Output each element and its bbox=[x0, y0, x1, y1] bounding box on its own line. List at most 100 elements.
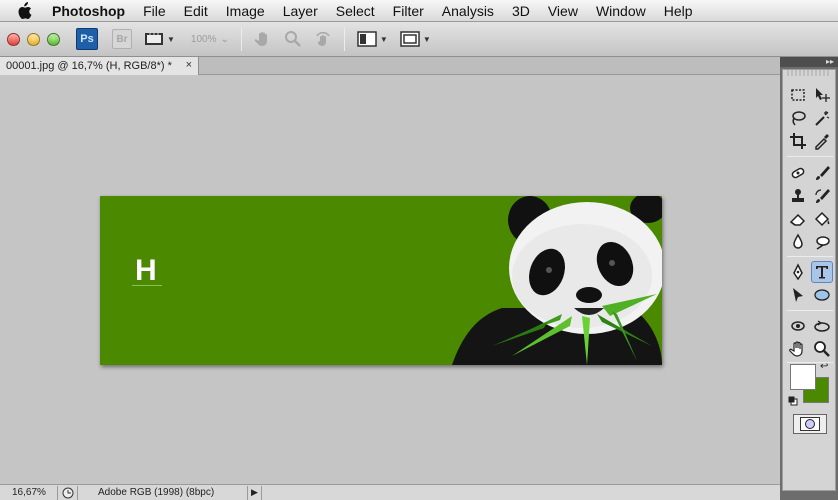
application-bar: Ps Br ▼ 100% ⌄ ▼ ▼ bbox=[0, 22, 838, 57]
document-tab-title: 00001.jpg @ 16,7% (H, RGB/8*) * bbox=[6, 60, 172, 72]
zoom-tool[interactable] bbox=[811, 338, 833, 360]
history-brush-tool[interactable] bbox=[811, 185, 833, 207]
menu-window[interactable]: Window bbox=[596, 3, 646, 19]
collapse-panel-icon[interactable]: ▸▸ bbox=[780, 57, 838, 67]
ellipse-tool[interactable] bbox=[811, 284, 833, 306]
rotate-hand-icon bbox=[316, 31, 330, 46]
path-selection-tool[interactable] bbox=[787, 284, 809, 306]
dodge-tool[interactable] bbox=[811, 231, 833, 253]
brush-icon bbox=[816, 166, 830, 180]
menu-view[interactable]: View bbox=[548, 3, 578, 19]
panel-grip[interactable] bbox=[787, 70, 831, 76]
timing-icon[interactable] bbox=[58, 485, 78, 500]
close-window-button[interactable] bbox=[7, 32, 20, 46]
photoshop-logo-icon: Ps bbox=[76, 28, 98, 50]
lasso-tool[interactable] bbox=[787, 107, 809, 129]
toolbar-divider bbox=[240, 27, 242, 51]
stamp-icon bbox=[792, 189, 804, 202]
status-bar: 16,67% Adobe RGB (1998) (8bpc) ▶ bbox=[0, 484, 780, 500]
3d-orbit-icon bbox=[814, 320, 830, 332]
foreground-color-swatch[interactable] bbox=[790, 364, 816, 390]
tools-panel-body: ↩ bbox=[782, 69, 836, 491]
document-profile-info: Adobe RGB (1998) (8bpc) bbox=[78, 485, 248, 500]
document-canvas[interactable]: H bbox=[100, 196, 662, 365]
magnifier-icon bbox=[284, 31, 301, 47]
selection-arrow-icon bbox=[793, 288, 803, 302]
screen-mode-button[interactable]: ▼ bbox=[400, 31, 431, 47]
quick-mask-icon bbox=[800, 417, 820, 431]
zoom-tool-button[interactable] bbox=[284, 30, 302, 48]
panda-photo bbox=[452, 196, 662, 365]
rotate-view-button[interactable] bbox=[314, 30, 332, 48]
move-tool[interactable] bbox=[811, 84, 833, 106]
dodge-icon bbox=[816, 236, 830, 250]
arrange-documents-button[interactable]: ▼ bbox=[357, 31, 388, 47]
spot-healing-tool[interactable] bbox=[787, 162, 809, 184]
lasso-icon bbox=[792, 111, 806, 126]
tools-divider bbox=[787, 256, 833, 257]
menu-image[interactable]: Image bbox=[226, 3, 265, 19]
canvas-pasteboard[interactable]: H bbox=[0, 76, 780, 484]
bandage-icon bbox=[791, 167, 805, 179]
menu-analysis[interactable]: Analysis bbox=[442, 3, 494, 19]
chevron-down-icon: ▼ bbox=[167, 34, 175, 44]
tools-divider bbox=[787, 310, 833, 311]
menu-3d[interactable]: 3D bbox=[512, 3, 530, 19]
apple-menu-icon[interactable] bbox=[16, 1, 38, 20]
magic-wand-icon bbox=[815, 111, 830, 126]
clone-stamp-tool[interactable] bbox=[787, 185, 809, 207]
move-arrow-icon bbox=[816, 88, 830, 102]
hand-tool-button[interactable] bbox=[254, 30, 272, 48]
menu-select[interactable]: Select bbox=[336, 3, 375, 19]
quick-mask-button[interactable] bbox=[793, 414, 827, 434]
magic-wand-tool[interactable] bbox=[811, 107, 833, 129]
tools-divider bbox=[787, 156, 833, 157]
pen-tool[interactable] bbox=[787, 261, 809, 283]
3d-rotate-tool[interactable] bbox=[787, 315, 809, 337]
close-document-icon[interactable]: × bbox=[186, 59, 192, 71]
chevron-down-icon: ⌄ bbox=[220, 33, 229, 45]
rectangular-marquee-tool[interactable] bbox=[787, 84, 809, 106]
3d-rotate-icon bbox=[791, 321, 805, 331]
view-extras-button[interactable]: ▼ bbox=[144, 31, 175, 47]
pen-nib-icon bbox=[793, 263, 803, 281]
menu-help[interactable]: Help bbox=[664, 3, 693, 19]
minimize-window-button[interactable] bbox=[27, 32, 40, 46]
toolbar-divider bbox=[343, 27, 345, 51]
app-menu[interactable]: Photoshop bbox=[52, 3, 125, 19]
zoom-window-button[interactable] bbox=[47, 32, 60, 46]
document-tab[interactable]: 00001.jpg @ 16,7% (H, RGB/8*) * × bbox=[0, 57, 199, 75]
zoom-percentage-field[interactable]: 16,67% bbox=[0, 485, 58, 500]
chevron-down-icon: ▼ bbox=[422, 34, 431, 44]
text-layer-h[interactable]: H bbox=[135, 256, 157, 286]
launch-bridge-button[interactable]: Br bbox=[112, 29, 132, 49]
screen-mode-icon bbox=[400, 31, 420, 47]
menu-edit[interactable]: Edit bbox=[184, 3, 208, 19]
paint-bucket-icon bbox=[814, 211, 830, 227]
menu-layer[interactable]: Layer bbox=[283, 3, 318, 19]
brush-tool[interactable] bbox=[811, 162, 833, 184]
paint-bucket-tool[interactable] bbox=[811, 208, 833, 230]
3d-orbit-tool[interactable] bbox=[811, 315, 833, 337]
menu-file[interactable]: File bbox=[143, 3, 166, 19]
magnifier-icon bbox=[814, 341, 830, 357]
eyedropper-tool[interactable] bbox=[811, 130, 833, 152]
zoom-level-dropdown[interactable]: 100% ⌄ bbox=[191, 34, 229, 45]
swap-colors-icon[interactable]: ↩ bbox=[820, 361, 828, 372]
hand-tool[interactable] bbox=[787, 338, 809, 360]
default-colors-icon[interactable] bbox=[788, 396, 798, 406]
eyedropper-icon bbox=[815, 134, 829, 150]
status-menu-arrow-icon[interactable]: ▶ bbox=[248, 485, 262, 500]
chevron-down-icon: ▼ bbox=[379, 34, 388, 44]
film-strip-icon bbox=[145, 33, 163, 45]
menu-bar: Photoshop File Edit Image Layer Select F… bbox=[0, 0, 838, 22]
hand-icon bbox=[254, 32, 267, 46]
menu-filter[interactable]: Filter bbox=[393, 3, 424, 19]
type-t-icon bbox=[816, 266, 828, 279]
eraser-tool[interactable] bbox=[787, 208, 809, 230]
crop-tool[interactable] bbox=[787, 130, 809, 152]
blur-tool[interactable] bbox=[787, 231, 809, 253]
type-tool[interactable] bbox=[811, 261, 833, 283]
eraser-icon bbox=[789, 213, 806, 226]
crop-icon bbox=[790, 133, 806, 149]
